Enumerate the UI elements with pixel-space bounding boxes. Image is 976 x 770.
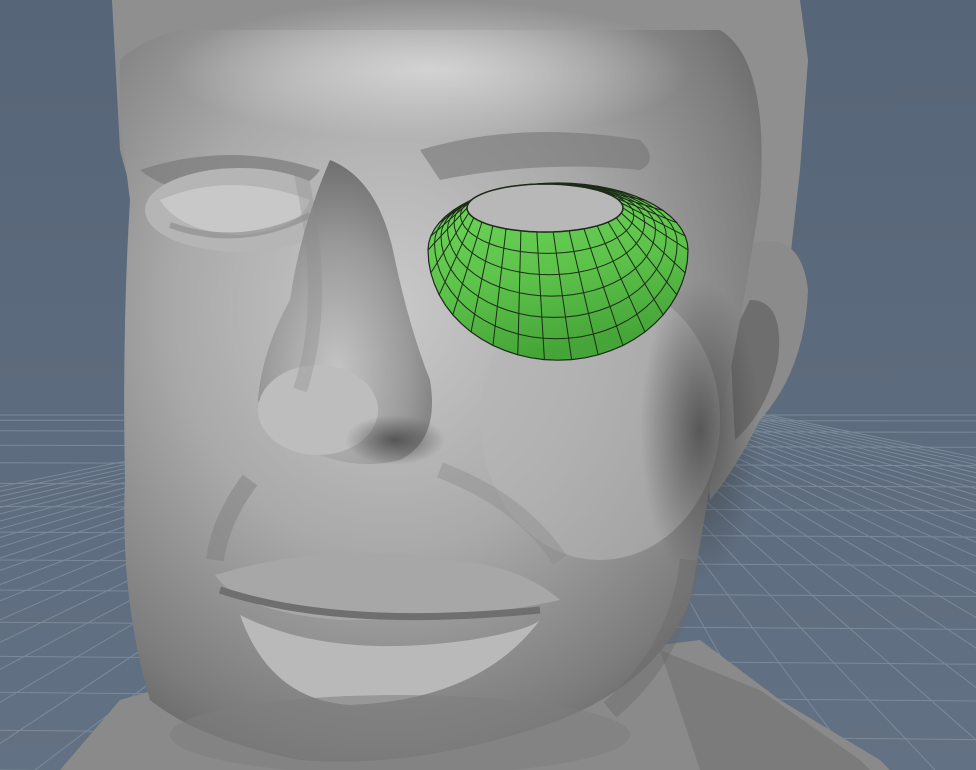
viewport-canvas[interactable] [0,0,976,770]
3d-viewport[interactable] [0,0,976,770]
